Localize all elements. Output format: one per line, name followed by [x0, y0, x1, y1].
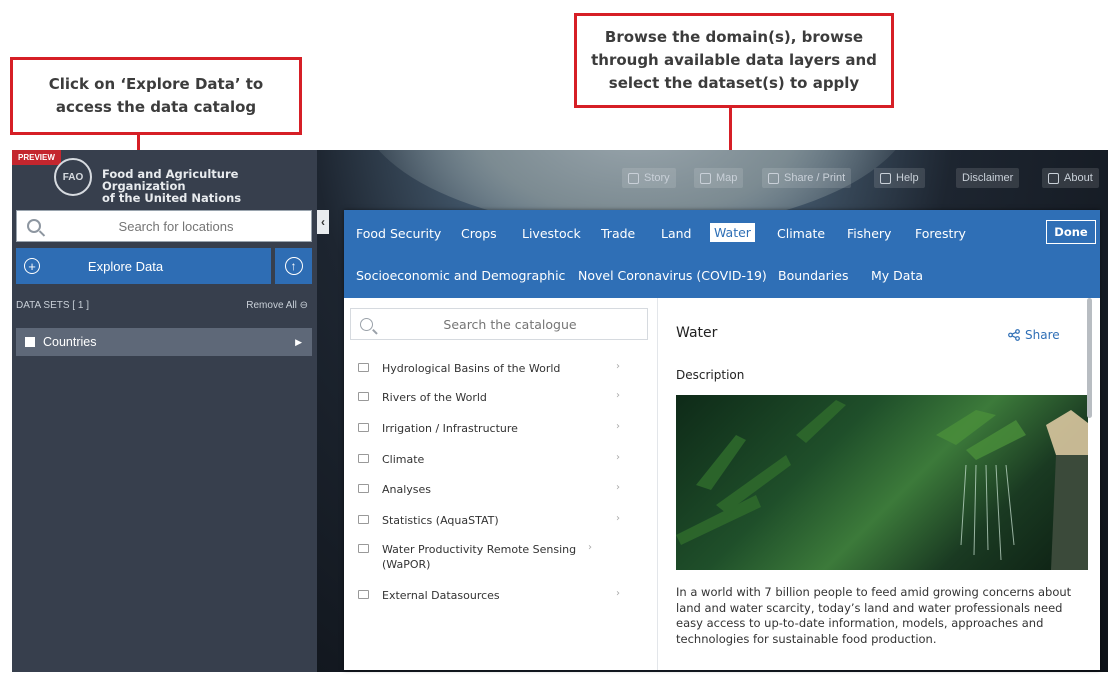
datasets-count-label: DATA SETS [ 1 ]: [16, 300, 89, 311]
catalog-item-irrigation[interactable]: Irrigation / Infrastructure ›: [358, 421, 644, 436]
chevron-right-icon: ›: [616, 421, 620, 432]
nav-story[interactable]: Story: [622, 168, 676, 188]
catalog-item-analyses[interactable]: Analyses ›: [358, 482, 644, 497]
catalog-item-hydrological-basins[interactable]: Hydrological Basins of the World ›: [358, 361, 644, 376]
story-icon: [628, 172, 639, 184]
data-catalog-panel: Food Security Crops Livestock Trade Land…: [344, 210, 1100, 670]
folder-icon: [358, 590, 369, 599]
callout-explore-text: Click on ‘Explore Data’ to access the da…: [48, 75, 264, 116]
location-search[interactable]: [16, 210, 312, 242]
folder-icon: [358, 392, 369, 401]
chevron-right-icon: ▶: [295, 336, 302, 347]
catalog-item-aquastat[interactable]: Statistics (AquaSTAT) ›: [358, 513, 644, 528]
description-text: In a world with 7 billion people to feed…: [676, 585, 1072, 646]
chevron-right-icon: ›: [616, 452, 620, 463]
chevron-right-icon: ›: [616, 482, 620, 493]
tab-food-security[interactable]: Food Security: [356, 226, 441, 241]
preview-badge: PREVIEW: [12, 150, 61, 165]
tab-forestry[interactable]: Forestry: [915, 226, 966, 241]
map-icon: [700, 172, 711, 184]
share-icon: [1008, 329, 1020, 341]
catalog-detail: Water Share Description In a world with …: [658, 298, 1100, 670]
nav-about[interactable]: About: [1042, 168, 1099, 188]
tab-climate[interactable]: Climate: [777, 226, 825, 241]
about-icon: [1048, 172, 1059, 184]
folder-icon: [358, 363, 369, 372]
tab-my-data[interactable]: My Data: [871, 268, 923, 283]
search-icon: [360, 317, 373, 331]
water-photo: [676, 395, 1088, 570]
nav-map[interactable]: Map: [694, 168, 744, 188]
dataset-item-label: Countries: [43, 335, 97, 349]
remove-all-link[interactable]: Remove All ⊖: [246, 300, 308, 311]
checkbox-icon[interactable]: [25, 337, 35, 347]
catalog-search[interactable]: [350, 308, 648, 340]
location-search-input[interactable]: [41, 217, 311, 235]
tab-covid19[interactable]: Novel Coronavirus (COVID-19): [578, 268, 767, 283]
catalog-item-external[interactable]: External Datasources ›: [358, 588, 644, 603]
catalog-search-input[interactable]: [373, 315, 647, 333]
datasets-header: DATA SETS [ 1 ] Remove All ⊖: [16, 300, 312, 311]
org-name-line1: Food and Agriculture Organization: [102, 167, 239, 193]
org-name-line2: of the United Nations: [102, 191, 242, 205]
upload-button[interactable]: ↑: [275, 248, 312, 284]
dataset-item-countries[interactable]: Countries ▶: [16, 328, 312, 356]
domain-tabs: Food Security Crops Livestock Trade Land…: [344, 210, 1100, 298]
chevron-right-icon: ›: [588, 542, 592, 553]
chevron-right-icon: ›: [616, 361, 620, 372]
search-icon: [27, 219, 41, 233]
share-button[interactable]: Share: [1008, 328, 1060, 342]
tab-boundaries[interactable]: Boundaries: [778, 268, 848, 283]
tab-crops[interactable]: Crops: [461, 226, 497, 241]
folder-icon: [358, 544, 369, 553]
help-icon: [880, 172, 891, 184]
upload-icon: ↑: [284, 257, 303, 275]
folder-icon: [358, 515, 369, 524]
rice-planting-image: [676, 400, 1088, 570]
tab-water[interactable]: Water: [710, 223, 755, 242]
collapse-sidebar-button[interactable]: ‹: [317, 210, 329, 234]
share-label: Share: [1025, 328, 1060, 342]
chevron-right-icon: ›: [616, 390, 620, 401]
nav-disclaimer[interactable]: Disclaimer: [956, 168, 1020, 188]
callout-explore-data: Click on ‘Explore Data’ to access the da…: [10, 57, 302, 135]
description-label: Description: [676, 368, 745, 382]
folder-icon: [358, 423, 369, 432]
catalog-item-rivers[interactable]: Rivers of the World ›: [358, 390, 644, 405]
plus-circle-icon: +: [24, 258, 40, 274]
catalog-item-wapor[interactable]: Water Productivity Remote Sensing (WaPOR…: [358, 542, 644, 572]
tab-fishery[interactable]: Fishery: [847, 226, 891, 241]
folder-icon: [358, 484, 369, 493]
tab-socioeconomic[interactable]: Socioeconomic and Demographic: [356, 268, 565, 283]
tab-trade[interactable]: Trade: [601, 226, 635, 241]
catalog-list: Hydrological Basins of the World › River…: [344, 298, 658, 670]
scrollbar[interactable]: [1087, 298, 1092, 418]
chevron-right-icon: ›: [616, 588, 620, 599]
explore-data-button[interactable]: + Explore Data: [16, 248, 271, 284]
sidebar: PREVIEW FAO Food and Agriculture Organiz…: [12, 150, 317, 672]
chevron-right-icon: ›: [616, 513, 620, 524]
tab-land[interactable]: Land: [661, 226, 691, 241]
org-name: Food and Agriculture Organization of the…: [102, 168, 317, 204]
explore-data-label: Explore Data: [87, 258, 164, 274]
share-icon: [768, 172, 779, 184]
fao-logo: FAO: [54, 158, 92, 196]
done-button[interactable]: Done: [1046, 220, 1096, 244]
tab-livestock[interactable]: Livestock: [522, 226, 581, 241]
folder-icon: [358, 454, 369, 463]
callout-browse-domains: Browse the domain(s), browse through ava…: [574, 13, 894, 108]
nav-share-print[interactable]: Share / Print: [762, 168, 852, 188]
callout-browse-text: Browse the domain(s), browse through ava…: [591, 28, 877, 92]
nav-help[interactable]: Help: [874, 168, 925, 188]
detail-title: Water: [676, 325, 718, 341]
catalog-item-climate[interactable]: Climate ›: [358, 452, 644, 467]
